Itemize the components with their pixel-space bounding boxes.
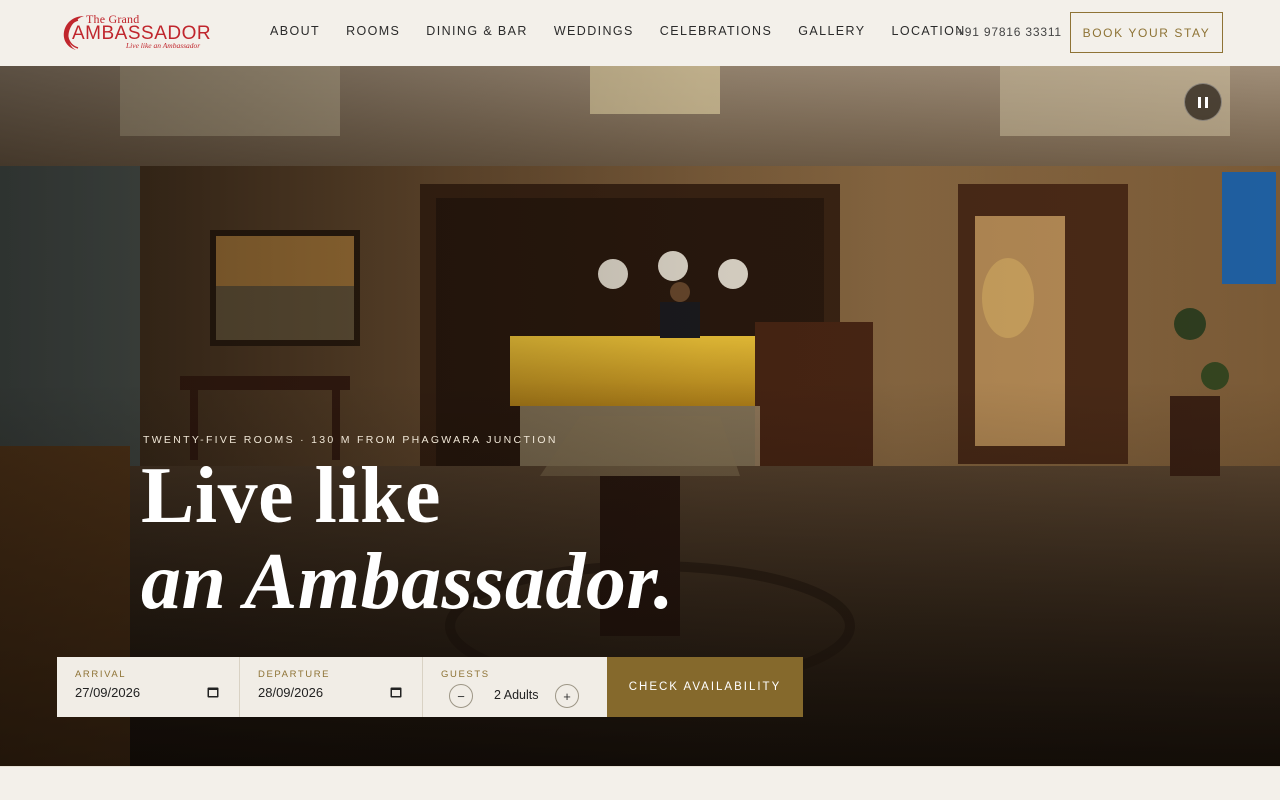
calendar-icon[interactable] bbox=[390, 686, 402, 698]
pause-icon-bar bbox=[1205, 96, 1208, 108]
check-availability-button[interactable]: CHECK AVAILABILITY bbox=[607, 657, 803, 717]
site-header: The Grand AMBASSADOR Live like an Ambass… bbox=[0, 0, 1280, 66]
nav-item-weddings[interactable]: WEDDINGS bbox=[554, 24, 634, 38]
guests-field: GUESTS − 2 Adults + bbox=[423, 657, 607, 717]
calendar-icon[interactable] bbox=[207, 686, 219, 698]
hero-section: TWENTY-FIVE ROOMS · 130 M FROM PHAGWARA … bbox=[0, 66, 1280, 766]
slideshow-pause-button[interactable] bbox=[1184, 83, 1222, 121]
departure-label: DEPARTURE bbox=[258, 669, 331, 680]
hero-headline-line2: an Ambassador. bbox=[141, 538, 675, 626]
nav-item-about[interactable]: ABOUT bbox=[270, 24, 320, 38]
booking-widget: ARRIVAL 27/09/2026 DEPARTURE 28/09/2026 … bbox=[57, 657, 803, 717]
guests-label: GUESTS bbox=[441, 669, 490, 680]
arrival-field[interactable]: ARRIVAL 27/09/2026 bbox=[57, 657, 240, 717]
nav-item-celebrations[interactable]: CELEBRATIONS bbox=[660, 24, 772, 38]
hero-kicker: TWENTY-FIVE ROOMS · 130 M FROM PHAGWARA … bbox=[143, 434, 558, 446]
nav-item-location[interactable]: LOCATION bbox=[891, 24, 965, 38]
nav-item-gallery[interactable]: GALLERY bbox=[798, 24, 865, 38]
guests-decrement-button[interactable]: − bbox=[449, 684, 473, 708]
brand-tagline: Live like an Ambassador bbox=[126, 41, 201, 50]
departure-field[interactable]: DEPARTURE 28/09/2026 bbox=[240, 657, 423, 717]
pause-icon bbox=[1198, 96, 1201, 108]
next-section-edge bbox=[0, 766, 1280, 800]
guests-increment-button[interactable]: + bbox=[555, 684, 579, 708]
nav-item-rooms[interactable]: ROOMS bbox=[346, 24, 400, 38]
phone-link[interactable]: +91 97816 33311 bbox=[957, 25, 1062, 39]
hero-headline-line1: Live like bbox=[141, 452, 442, 540]
departure-date-input[interactable]: 28/09/2026 bbox=[258, 685, 323, 700]
arrival-label: ARRIVAL bbox=[75, 669, 127, 680]
book-your-stay-button[interactable]: BOOK YOUR STAY bbox=[1070, 12, 1223, 53]
main-nav: ABOUT ROOMS DINING & BAR WEDDINGS CELEBR… bbox=[270, 24, 992, 38]
nav-item-dining-bar[interactable]: DINING & BAR bbox=[426, 24, 528, 38]
arrival-date-input[interactable]: 27/09/2026 bbox=[75, 685, 140, 700]
guests-count: 2 Adults bbox=[494, 688, 539, 702]
brand-logo[interactable]: The Grand AMBASSADOR Live like an Ambass… bbox=[54, 10, 224, 56]
